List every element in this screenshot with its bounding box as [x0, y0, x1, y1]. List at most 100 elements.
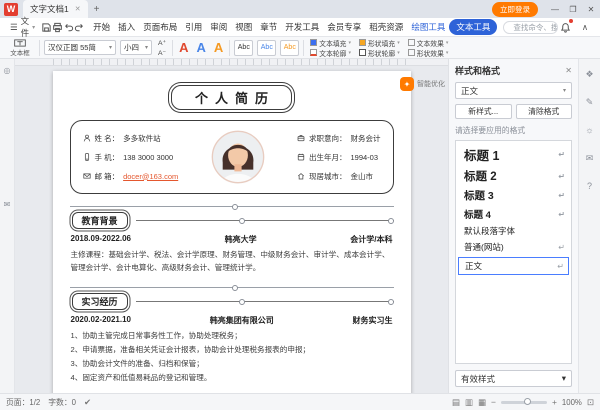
grow-font-button[interactable]: A⁺ [156, 38, 168, 47]
style-item-heading1[interactable]: 标题 1 ↵ [456, 143, 571, 166]
tab-drawing-tools[interactable]: 绘图工具 [407, 19, 449, 35]
style-item-normal-web[interactable]: 普通(网站) ↵ [456, 239, 571, 255]
tab-developer[interactable]: 开发工具 [281, 19, 323, 35]
profile-photo[interactable] [211, 130, 265, 184]
internship-section-header[interactable]: 实习经历 [70, 292, 394, 310]
section-divider[interactable] [69, 204, 394, 210]
education-section-header[interactable]: 教育背景 [70, 212, 394, 229]
city-label: 现居城市： [308, 171, 347, 181]
styles-and-formatting-panel: 样式和格式 ✕ 正文 ▾ 新样式... 清除格式 请选择要应用的格式 标题 1 … [448, 59, 578, 393]
zoom-out-button[interactable]: − [491, 397, 496, 407]
help-icon[interactable]: ? [583, 179, 597, 193]
skin-icon[interactable]: ❖ [583, 67, 597, 81]
text-fill-button[interactable]: 文本填充 ▾ [308, 38, 353, 48]
eye-protection-icon[interactable]: ☼ [583, 123, 597, 137]
shape-fill-button[interactable]: 形状填充 ▾ [357, 38, 402, 48]
text-style-preset-2[interactable]: Abc [257, 39, 277, 56]
panel-close-icon[interactable]: ✕ [565, 66, 572, 75]
text-effect-button[interactable]: 文本效果 ▾ [406, 38, 451, 48]
selection-pane-icon[interactable]: ◎ [0, 63, 14, 77]
text-style-preset-1[interactable]: Abc [234, 39, 254, 56]
print-icon[interactable] [52, 20, 63, 34]
new-style-button[interactable]: 新样式... [455, 104, 512, 119]
clear-format-button[interactable]: 清除格式 [515, 104, 572, 119]
tab-home[interactable]: 开始 [89, 19, 114, 35]
resume-title[interactable]: 个人简历 [170, 85, 292, 110]
shape-outline-button[interactable]: 形状轮廓 ▾ [357, 48, 402, 58]
education-heading[interactable]: 教育背景 [71, 212, 128, 229]
internship-row[interactable]: 2020.02-2021.10 韩亮集团有限公司 财务实习生 [71, 315, 393, 326]
wordart-style-red-button[interactable]: A [177, 40, 190, 55]
text-style-preset-3[interactable]: Abc [280, 39, 300, 56]
shape-effect-button[interactable]: 形状效果 ▾ [406, 48, 451, 58]
style-item-heading4[interactable]: 标题 4 ↵ [456, 205, 571, 223]
login-button[interactable]: 立即登录 [492, 1, 538, 17]
tab-references[interactable]: 引用 [181, 19, 206, 35]
zoom-slider[interactable] [500, 398, 547, 405]
tab-close-icon[interactable]: ✕ [75, 5, 81, 13]
education-row[interactable]: 2018.09-2022.06 韩亮大学 会计学/本科 [71, 234, 393, 245]
smart-optimize-button[interactable]: ✦ 智能优化 [400, 77, 445, 91]
email-label: 邮 箱： [94, 171, 120, 181]
insert-textbox-button[interactable]: 文本框 [5, 38, 35, 58]
document-canvas[interactable]: ✦ 智能优化 个人简历 姓 名： 多多软件站 手 机： 138 3000 300… [15, 59, 448, 393]
comment-icon[interactable]: ✉ [0, 197, 14, 211]
current-style-select[interactable]: 正文 ▾ [455, 82, 572, 99]
page-indicator[interactable]: 页面：1/2 [6, 397, 40, 408]
wps-logo[interactable]: W [4, 2, 18, 16]
tab-page-layout[interactable]: 页面布局 [139, 19, 181, 35]
internship-list[interactable]: 1、协助主管完成日常事务性工作，协助处理税务； 2、申请票据，准备相关凭证会计报… [71, 329, 393, 385]
wordart-style-blue-button[interactable]: A [195, 40, 208, 55]
file-menu[interactable]: ☰ 文件 ▾ [4, 15, 41, 39]
close-button[interactable]: ✕ [582, 3, 600, 16]
zoom-level[interactable]: 100% [562, 398, 582, 407]
collapse-ribbon-icon[interactable]: ∧ [578, 20, 592, 34]
redo-icon[interactable] [74, 20, 85, 34]
tab-member[interactable]: 会员专享 [323, 19, 365, 35]
style-item-body-selected[interactable]: 正文 ↵ [458, 257, 569, 275]
undo-icon[interactable] [63, 20, 74, 34]
zoom-slider-thumb[interactable] [523, 398, 531, 405]
font-size-select[interactable]: 小四 ▾ [120, 40, 152, 55]
panel-hint: 请选择要应用的格式 [455, 126, 526, 135]
command-search-input[interactable]: 查找命令、搜索模板 [503, 20, 558, 34]
section-line[interactable] [135, 298, 394, 305]
spellcheck-icon[interactable]: ✔ [84, 397, 91, 408]
tab-review[interactable]: 审阅 [206, 19, 231, 35]
horizontal-ruler[interactable] [15, 59, 448, 66]
fit-page-icon[interactable]: ⊡ [587, 397, 594, 408]
shrink-font-button[interactable]: A⁻ [156, 48, 168, 57]
style-item-default-font[interactable]: 默认段落字体 [456, 223, 571, 239]
word-count[interactable]: 字数：0 [48, 397, 76, 408]
section-divider[interactable] [69, 284, 394, 291]
section-line[interactable] [135, 218, 394, 224]
tab-insert[interactable]: 插入 [114, 19, 139, 35]
tab-section[interactable]: 章节 [256, 19, 281, 35]
show-styles-select[interactable]: 有效样式 ▾ [455, 370, 572, 387]
tab-view[interactable]: 视图 [231, 19, 256, 35]
new-tab-button[interactable]: + [88, 4, 106, 15]
tab-text-tools[interactable]: 文本工具 [449, 19, 498, 35]
edit-tools-icon[interactable]: ✎ [583, 95, 597, 109]
name-row: 姓 名： 多多软件站 [83, 133, 179, 144]
wordart-style-orange-button[interactable]: A [212, 40, 225, 55]
resume-info-box[interactable]: 姓 名： 多多软件站 手 机： 138 3000 3000 邮 箱： docer… [69, 120, 394, 194]
feedback-icon[interactable]: ✉ [583, 151, 597, 165]
save-icon[interactable] [41, 20, 52, 34]
style-item-heading2[interactable]: 标题 2 ↵ [456, 166, 571, 186]
internship-heading[interactable]: 实习经历 [71, 292, 128, 310]
style-item-heading3[interactable]: 标题 3 ↵ [456, 186, 571, 205]
outline-view-icon[interactable]: ▦ [478, 397, 486, 408]
document-page[interactable]: 个人简历 姓 名： 多多软件站 手 机： 138 3000 3000 邮 箱： … [52, 71, 411, 393]
web-view-icon[interactable]: ▥ [465, 397, 473, 408]
education-courses[interactable]: 主修课程：基础会计学、税法、会计学原理、财务管理、中级财务会计、审计学、成本会计… [71, 248, 393, 275]
email-value[interactable]: docer@163.com [123, 172, 178, 181]
tab-docer[interactable]: 稻壳资源 [365, 19, 407, 35]
notifications-bell-icon[interactable] [558, 19, 573, 34]
maximize-button[interactable]: ❐ [564, 3, 582, 16]
minimize-button[interactable]: — [546, 3, 564, 16]
font-family-select[interactable]: 汉仪正圆 55简 ▾ [44, 40, 116, 55]
zoom-in-button[interactable]: + [552, 397, 557, 407]
page-view-icon[interactable]: ▤ [452, 397, 460, 408]
text-outline-button[interactable]: 文本轮廓 ▾ [308, 48, 353, 58]
